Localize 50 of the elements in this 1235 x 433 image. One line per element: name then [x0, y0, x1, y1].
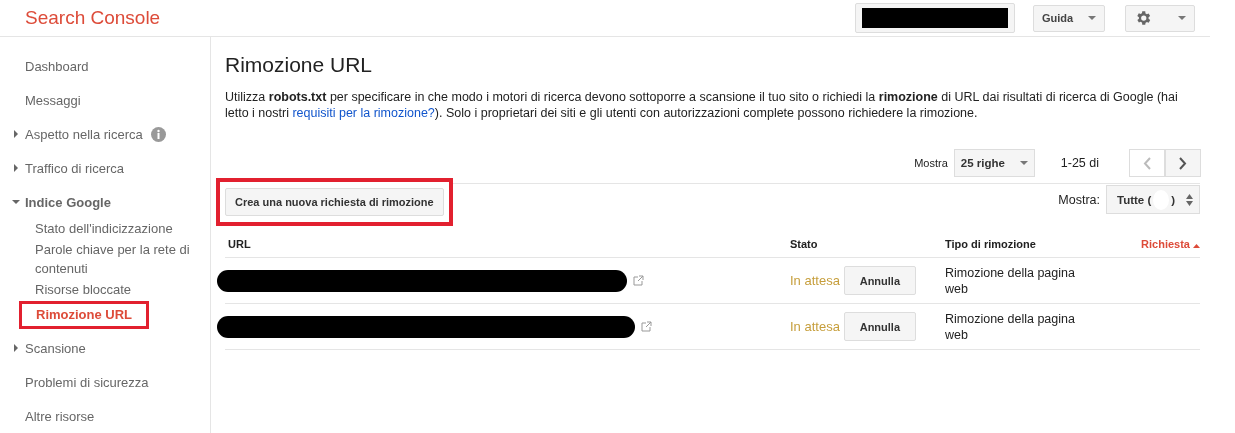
app-logo[interactable]: Search Console: [25, 7, 855, 29]
sort-ascending-icon: [1193, 243, 1200, 248]
caret-icon: [1178, 15, 1186, 21]
sidebar-item[interactable]: Parole chiave per la rete di contenuti: [35, 240, 192, 278]
external-link-icon[interactable]: [633, 275, 644, 286]
sidebar-item[interactable]: Risorse bloccate: [35, 280, 192, 299]
page-range: 1-25 di: [1060, 156, 1099, 170]
sidebar-item[interactable]: Rimozione URL: [36, 304, 133, 326]
cancel-button[interactable]: Annulla: [843, 312, 916, 341]
description-text: Utilizza robots.txt per specificare in che modo i motori di ricerca devono sottoporre a scansione il tuo sito o richiedi la rimozione di URL dai risultati di ricerca di Google (hai letto i nostri requisiti per la rimozione?). Solo i proprietari dei siti e gli utenti con autorizzazioni complete possono richiedere la rimozione.: [225, 89, 1179, 121]
removal-type-text: Rimozione della pagina web: [945, 310, 1076, 343]
disclosure-triangle-icon[interactable]: [12, 130, 20, 138]
status-text: In attesa: [790, 319, 840, 334]
next-page-button[interactable]: [1165, 149, 1201, 177]
sidebar-item[interactable]: Altre risorse: [25, 408, 95, 424]
sidebar-section[interactable]: Indice Google: [25, 194, 111, 210]
requirements-link[interactable]: requisiti per la rimozione?: [292, 106, 435, 120]
column-header[interactable]: Richiesta: [1125, 237, 1200, 250]
rows-per-page-select[interactable]: 25 righe: [953, 149, 1035, 177]
property-selector[interactable]: [855, 3, 1015, 33]
rows-label: Mostra: [914, 157, 948, 169]
filter-label: Mostra:: [1058, 192, 1100, 207]
help-button[interactable]: Guida: [1033, 4, 1105, 32]
cancel-button[interactable]: Annulla: [843, 266, 916, 295]
column-header[interactable]: URL: [225, 237, 790, 250]
info-icon[interactable]: [150, 126, 166, 142]
page-title: Rimozione URL: [225, 53, 374, 77]
new-request-button[interactable]: Crea una nuova richiesta di rimozione: [225, 188, 444, 216]
column-header[interactable]: Stato: [790, 237, 945, 250]
settings-button[interactable]: [1125, 4, 1195, 32]
disclosure-triangle-icon[interactable]: [12, 198, 20, 206]
status-text: In attesa: [790, 273, 840, 288]
caret-icon: [1088, 15, 1096, 21]
removal-type-text: Rimozione della pagina web: [945, 264, 1076, 297]
sort-arrows-icon: [1186, 194, 1193, 206]
disclosure-triangle-icon[interactable]: [12, 164, 20, 172]
sidebar-section[interactable]: Aspetto nella ricerca: [25, 126, 143, 142]
disclosure-triangle-icon[interactable]: [12, 344, 20, 352]
sidebar-item[interactable]: Stato dell'indicizzazione: [35, 219, 192, 238]
column-header[interactable]: Tipo di rimozione: [945, 237, 1125, 250]
sidebar-section[interactable]: Scansione: [25, 340, 86, 356]
sidebar-item[interactable]: Problemi di sicurezza: [25, 374, 149, 390]
caret-icon: [1019, 160, 1028, 166]
chevron-left-icon: [1143, 156, 1151, 170]
external-link-icon[interactable]: [641, 321, 652, 332]
sidebar-section[interactable]: Traffico di ricerca: [25, 160, 124, 176]
filter-select[interactable]: Tutte ( ): [1106, 185, 1200, 214]
sidebar-item[interactable]: Messaggi: [25, 92, 81, 108]
sidebar-item[interactable]: Dashboard: [25, 58, 89, 74]
chevron-right-icon: [1179, 156, 1187, 170]
